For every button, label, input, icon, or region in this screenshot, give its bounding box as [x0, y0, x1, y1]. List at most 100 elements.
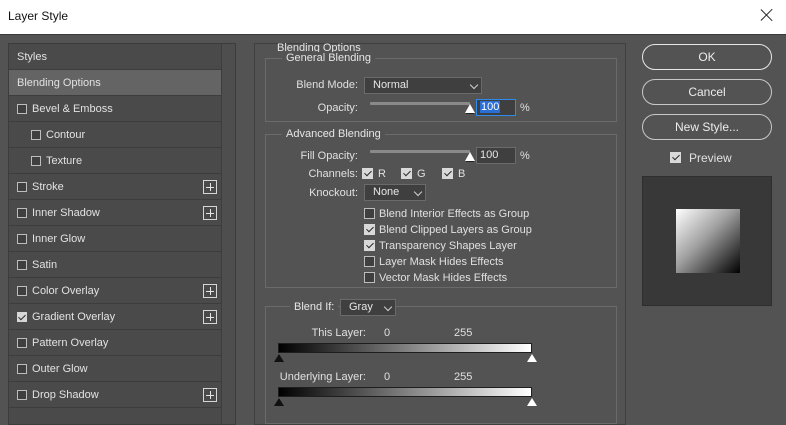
add-effect-icon[interactable] — [203, 388, 217, 402]
sidebar-item-inner-glow[interactable]: Inner Glow — [9, 226, 221, 252]
underlying-layer-white-slider[interactable] — [527, 398, 537, 406]
opacity-slider-thumb[interactable] — [465, 104, 475, 114]
transparency-shapes-layer-checkbox[interactable] — [364, 240, 375, 251]
add-effect-icon[interactable] — [203, 310, 217, 324]
sidebar-item-label: Inner Shadow — [32, 207, 100, 219]
sidebar-item-outer-glow[interactable]: Outer Glow — [9, 356, 221, 382]
chevron-down-icon — [469, 80, 479, 90]
sidebar-item-label: Gradient Overlay — [32, 311, 116, 323]
chevron-down-icon — [383, 302, 393, 312]
new-style-button[interactable]: New Style... — [642, 114, 772, 140]
advanced-blending-title: Advanced Blending — [282, 128, 385, 140]
this-layer-high-value: 255 — [454, 327, 473, 339]
styles-sidebar: Styles Blending Options Bevel & Emboss Cont… — [8, 43, 236, 425]
blending-options-panel: Blending Options General Blending Blend … — [254, 42, 626, 425]
underlying-layer-high-value: 255 — [454, 371, 473, 383]
blend-clipped-layers-as-group-checkbox[interactable] — [364, 224, 375, 235]
window-title: Layer Style — [8, 9, 69, 23]
sidebar-item-label: Styles — [17, 51, 47, 63]
fill-opacity-input[interactable]: 100 — [476, 147, 516, 164]
layer-mask-hides-effects-checkbox[interactable] — [364, 256, 375, 267]
add-effect-icon[interactable] — [203, 284, 217, 298]
blend-clipped-layers-as-group-label: Blend Clipped Layers as Group — [379, 224, 532, 236]
fill-opacity-value: 100 — [480, 149, 499, 161]
opacity-unit: % — [520, 102, 530, 114]
close-icon[interactable] — [756, 5, 778, 27]
sidebar-item-label: Satin — [32, 259, 58, 271]
sidebar-item-drop-shadow[interactable]: Drop Shadow — [9, 382, 221, 408]
sidebar-checkbox-inner-shadow[interactable] — [17, 208, 27, 218]
channel-r-label: R — [378, 168, 386, 180]
sidebar-item-color-overlay[interactable]: Color Overlay — [9, 278, 221, 304]
sidebar-item-blending-options[interactable]: Blending Options — [9, 70, 221, 96]
channels-label: Channels: — [308, 168, 358, 180]
underlying-layer-black-slider[interactable] — [274, 398, 284, 406]
fill-opacity-slider[interactable] — [370, 150, 470, 153]
opacity-slider[interactable] — [370, 102, 470, 105]
sidebar-item-stroke[interactable]: Stroke — [9, 174, 221, 200]
blend-mode-dropdown[interactable]: Normal — [364, 77, 482, 94]
opacity-input[interactable]: 100 — [476, 99, 516, 116]
knockout-label: Knockout: — [309, 187, 358, 199]
blend-mode-label: Blend Mode: — [296, 79, 358, 91]
underlying-layer-low-value: 0 — [384, 371, 391, 383]
sidebar-checkbox-gradient-overlay[interactable] — [17, 312, 27, 322]
sidebar-item-texture[interactable]: Texture — [9, 148, 221, 174]
title-bar: Layer Style — [0, 0, 786, 34]
opacity-label: Opacity: — [317, 102, 358, 114]
title-divider — [0, 34, 786, 35]
sidebar-item-gradient-overlay[interactable]: Gradient Overlay — [9, 304, 221, 330]
sidebar-checkbox-outer-glow[interactable] — [17, 364, 27, 374]
preview-box — [642, 176, 772, 306]
add-effect-icon[interactable] — [203, 180, 217, 194]
sidebar-checkbox-drop-shadow[interactable] — [17, 390, 27, 400]
sidebar-item-contour[interactable]: Contour — [9, 122, 221, 148]
channel-g-label: G — [417, 168, 426, 180]
ok-button[interactable]: OK — [642, 44, 772, 70]
sidebar-item-label: Contour — [46, 129, 86, 141]
fill-opacity-label: Fill Opacity: — [300, 150, 358, 162]
transparency-shapes-layer-label: Transparency Shapes Layer — [379, 240, 517, 252]
sidebar-checkbox-stroke[interactable] — [17, 182, 27, 192]
fill-opacity-slider-thumb[interactable] — [465, 152, 475, 162]
sidebar-item-pattern-overlay[interactable]: Pattern Overlay — [9, 330, 221, 356]
preview-swatch — [676, 209, 740, 273]
channel-g-checkbox[interactable] — [401, 168, 412, 179]
sidebar-checkbox-pattern-overlay[interactable] — [17, 338, 27, 348]
sidebar-item-label: Stroke — [32, 181, 64, 193]
advanced-blending-group: Advanced Blending Fill Opacity: 100 % Ch… — [265, 128, 617, 288]
blend-interior-effects-as-group-checkbox[interactable] — [364, 208, 375, 219]
sidebar-checkbox-inner-glow[interactable] — [17, 234, 27, 244]
cancel-button[interactable]: Cancel — [642, 79, 772, 105]
sidebar-item-label: Blending Options — [17, 77, 101, 89]
general-blending-title: General Blending — [282, 52, 376, 64]
sidebar-checkbox-texture[interactable] — [31, 156, 41, 166]
sidebar-item-label: Drop Shadow — [32, 389, 99, 401]
preview-checkbox[interactable] — [670, 152, 681, 163]
sidebar-checkbox-contour[interactable] — [31, 130, 41, 140]
blend-if-value: Gray — [349, 301, 373, 313]
channel-b-checkbox[interactable] — [442, 168, 453, 179]
this-layer-label: This Layer: — [311, 327, 366, 339]
sidebar-scrollbar[interactable] — [221, 44, 235, 424]
sidebar-checkbox-bevel-emboss[interactable] — [17, 104, 27, 114]
this-layer-black-slider[interactable] — [274, 354, 284, 362]
sidebar-checkbox-color-overlay[interactable] — [17, 286, 27, 296]
vector-mask-hides-effects-checkbox[interactable] — [364, 272, 375, 283]
sidebar-item-styles[interactable]: Styles — [9, 44, 221, 70]
fill-opacity-unit: % — [520, 150, 530, 162]
channel-r-checkbox[interactable] — [362, 168, 373, 179]
sidebar-item-satin[interactable]: Satin — [9, 252, 221, 278]
sidebar-item-bevel-emboss[interactable]: Bevel & Emboss — [9, 96, 221, 122]
sidebar-item-inner-shadow[interactable]: Inner Shadow — [9, 200, 221, 226]
sidebar-item-label: Inner Glow — [32, 233, 86, 245]
blend-if-label: Blend If: — [290, 301, 339, 313]
sidebar-checkbox-satin[interactable] — [17, 260, 27, 270]
this-layer-white-slider[interactable] — [527, 354, 537, 362]
blend-interior-effects-as-group-label: Blend Interior Effects as Group — [379, 208, 530, 220]
blend-mode-value: Normal — [373, 79, 409, 91]
knockout-dropdown[interactable]: None — [364, 184, 426, 201]
blend-if-dropdown[interactable]: Gray — [340, 299, 396, 316]
add-effect-icon[interactable] — [203, 206, 217, 220]
underlying-layer-label: Underlying Layer: — [279, 371, 366, 383]
